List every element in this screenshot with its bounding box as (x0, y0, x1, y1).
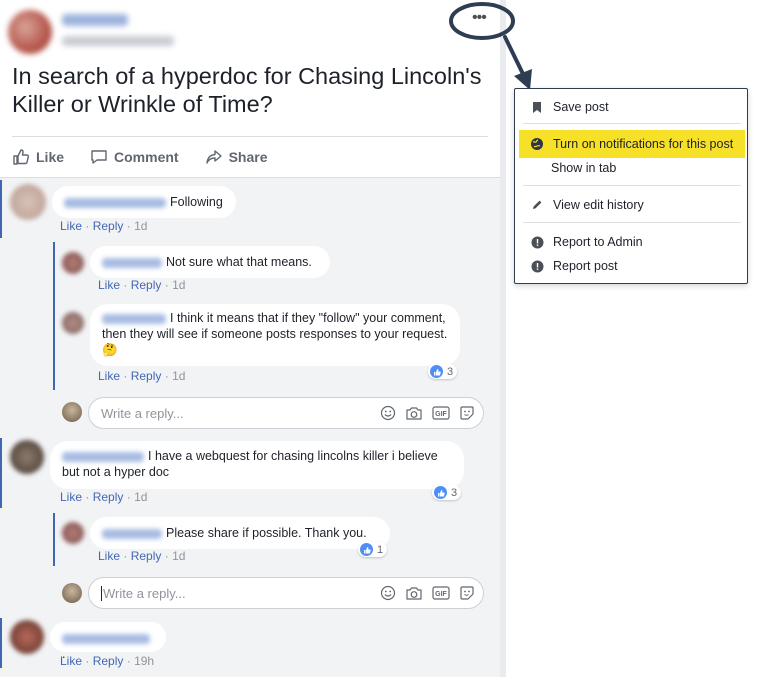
menu-divider (523, 123, 741, 124)
report-post-label: Report post (553, 259, 618, 273)
notifications-item[interactable]: Turn on notifications for this post (519, 130, 745, 158)
report-post-item[interactable]: Report post (515, 254, 747, 278)
alert-icon (529, 260, 545, 273)
notifications-label: Turn on notifications for this post (553, 137, 734, 151)
view-edit-history-label: View edit history (553, 198, 644, 212)
report-admin-label: Report to Admin (553, 235, 643, 249)
save-post-label: Save post (553, 100, 609, 114)
report-admin-item[interactable]: Report to Admin (515, 230, 747, 254)
annotation-highlight-ring (449, 2, 515, 40)
globe-icon (529, 137, 545, 151)
bookmark-icon (529, 101, 545, 114)
screenshot-stage: ••• In search of a hyperdoc for Chasing … (0, 0, 782, 677)
alert-icon (529, 236, 545, 249)
save-post-item[interactable]: Save post (515, 95, 747, 119)
view-edit-history-item[interactable]: View edit history (515, 193, 747, 217)
menu-divider (523, 185, 741, 186)
show-in-tab-item[interactable]: Show in tab (551, 161, 616, 175)
menu-divider (523, 222, 741, 223)
pencil-icon (529, 199, 545, 211)
post-options-menu: Save post Turn on notifications for this… (514, 88, 748, 284)
annotation-arrow-line (503, 35, 526, 78)
